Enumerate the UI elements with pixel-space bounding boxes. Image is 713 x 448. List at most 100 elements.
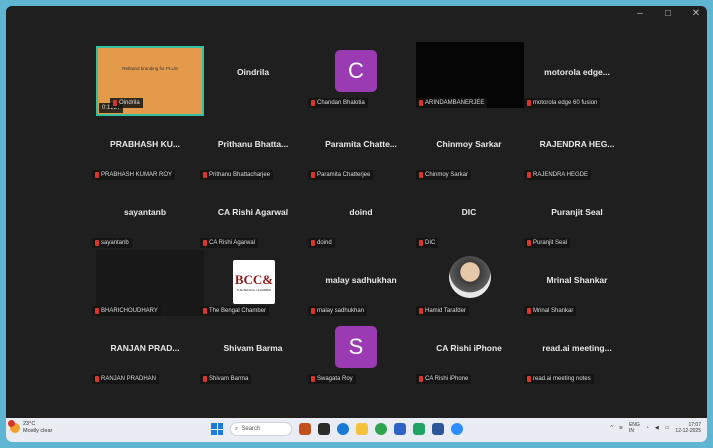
participant-tile[interactable]: RAJENDRA HEG... RAJENDRA HEGDE bbox=[522, 112, 632, 182]
participant-tile[interactable]: motorola edge... motorola edge 60 fusion bbox=[522, 40, 632, 110]
participant-tile[interactable]: Shivam Barma Shivam Barma bbox=[198, 316, 308, 386]
weather-desc: Mostly clear bbox=[23, 428, 53, 434]
black-app-icon[interactable] bbox=[318, 423, 330, 435]
mic-muted-icon bbox=[527, 308, 531, 314]
taskbar-search[interactable]: ⌕ Search bbox=[230, 422, 292, 436]
participant-tile[interactable]: BCC& THE BENGAL CHAMBER The Bengal Chamb… bbox=[198, 248, 308, 318]
taskbar: 23°C Mostly clear ⌕ Search ^ ≋ ENG IN ◔ … bbox=[6, 418, 707, 442]
participant-tile[interactable]: sayantanb sayantanb bbox=[90, 180, 200, 250]
participant-tile[interactable]: ARINDAMBANERJEE bbox=[414, 40, 524, 110]
participant-tile[interactable]: CA Rishi iPhone CA Rishi iPhone bbox=[414, 316, 524, 386]
participant-label: doind bbox=[308, 238, 335, 248]
participant-tile[interactable]: Prithanu Bhatta... Prithanu Bhattacharje… bbox=[198, 112, 308, 182]
participant-name: RANJAN PRAD... bbox=[110, 343, 180, 353]
participant-label: RAJENDRA HEGDE bbox=[524, 170, 592, 180]
meeting-window: – □ ✕ Rebrand branding for PLUS 0:1227 O… bbox=[6, 6, 707, 442]
participant-tile[interactable]: PRABHASH KU... PRABHASH KUMAR ROY bbox=[90, 112, 200, 182]
participant-name: Shivam Barma bbox=[223, 343, 283, 353]
participant-label: malay sadhukhan bbox=[308, 306, 368, 316]
weather-widget[interactable]: 23°C Mostly clear bbox=[8, 420, 53, 435]
participant-name: sayantanb bbox=[123, 207, 167, 217]
mic-muted-icon bbox=[113, 100, 117, 106]
avatar: S bbox=[335, 326, 377, 368]
edge-icon[interactable] bbox=[337, 423, 349, 435]
participant-name: Paramita Chatte... bbox=[325, 139, 397, 149]
volume-icon[interactable]: ◀ bbox=[655, 425, 659, 431]
participant-tile[interactable]: Chinmoy Sarkar Chinmoy Sarkar bbox=[414, 112, 524, 182]
participant-label: The Bengal Chamber bbox=[200, 306, 270, 316]
participant-tile[interactable]: Paramita Chatte... Paramita Chatterjee bbox=[306, 112, 416, 182]
mic-muted-icon bbox=[419, 376, 423, 382]
participant-tile[interactable]: doind doind bbox=[306, 180, 416, 250]
participant-tile[interactable]: DIC DIC bbox=[414, 180, 524, 250]
participant-label: read.ai meeting notes bbox=[524, 374, 594, 384]
game-app-icon[interactable] bbox=[299, 423, 311, 435]
store-icon[interactable] bbox=[394, 423, 406, 435]
participant-tile[interactable]: read.ai meeting... read.ai meeting notes bbox=[522, 316, 632, 386]
close-button[interactable]: ✕ bbox=[689, 8, 703, 19]
mic-muted-icon bbox=[95, 308, 99, 314]
maximize-button[interactable]: □ bbox=[661, 8, 675, 19]
chevron-up-icon[interactable]: ^ bbox=[610, 425, 612, 431]
participant-tile[interactable]: RANJAN PRAD... RANJAN PRADHAN bbox=[90, 316, 200, 386]
search-icon: ⌕ bbox=[235, 425, 239, 432]
participant-tile[interactable]: Puranjit Seal Puranjit Seal bbox=[522, 180, 632, 250]
participant-label: motorola edge 60 fusion bbox=[524, 98, 601, 108]
participant-name: CA Rishi iPhone bbox=[436, 343, 502, 353]
participant-name: PRABHASH KU... bbox=[110, 139, 180, 149]
mic-muted-icon bbox=[203, 240, 207, 246]
participant-tile[interactable]: Mrinal Shankar Mrinal Shankar bbox=[522, 248, 632, 318]
file-explorer-icon[interactable] bbox=[356, 423, 368, 435]
participant-tile-shared-screen[interactable]: Rebrand branding for PLUS 0:1227 Oindril… bbox=[90, 40, 204, 116]
wifi-icon[interactable]: ◔ bbox=[646, 425, 649, 431]
participant-label: DIC bbox=[416, 238, 439, 248]
mic-muted-icon bbox=[95, 172, 99, 178]
mic-muted-icon bbox=[419, 172, 423, 178]
profile-photo bbox=[449, 256, 491, 298]
chrome-icon[interactable] bbox=[375, 423, 387, 435]
mic-muted-icon bbox=[527, 172, 531, 178]
participant-tile[interactable]: BHARICHOUDHARY bbox=[90, 248, 204, 318]
participant-name: motorola edge... bbox=[544, 67, 610, 77]
weather-icon bbox=[8, 420, 20, 433]
avatar: C bbox=[335, 50, 377, 92]
network-icon[interactable]: ≋ bbox=[619, 425, 623, 431]
mic-muted-icon bbox=[311, 100, 315, 106]
zoom-icon[interactable] bbox=[451, 423, 463, 435]
participant-tile[interactable]: CA Rishi Agarwal CA Rishi Agarwal bbox=[198, 180, 308, 250]
participant-tile[interactable]: S Swagata Roy bbox=[306, 316, 416, 386]
mic-muted-icon bbox=[203, 376, 207, 382]
participant-label: BHARICHOUDHARY bbox=[92, 306, 161, 316]
participant-label: CA Rishi Agarwal bbox=[200, 238, 259, 248]
mic-muted-icon bbox=[419, 308, 423, 314]
mic-muted-icon bbox=[203, 172, 207, 178]
participant-tile[interactable]: malay sadhukhan malay sadhukhan bbox=[306, 248, 416, 318]
participant-name: doind bbox=[349, 207, 373, 217]
mic-muted-icon bbox=[527, 100, 531, 106]
windows-start-icon[interactable] bbox=[211, 423, 223, 435]
weather-temp: 23°C bbox=[23, 421, 36, 427]
mic-muted-icon bbox=[419, 100, 423, 106]
minimize-button[interactable]: – bbox=[633, 8, 647, 19]
clock[interactable]: 17:07 12-12-2025 bbox=[675, 422, 701, 434]
participant-name: CA Rishi Agarwal bbox=[217, 207, 289, 217]
excel-icon[interactable] bbox=[413, 423, 425, 435]
participant-label: ARINDAMBANERJEE bbox=[416, 98, 488, 108]
mic-muted-icon bbox=[95, 376, 99, 382]
language-indicator[interactable]: ENG IN bbox=[629, 422, 640, 434]
participant-name: RAJENDRA HEG... bbox=[539, 139, 615, 149]
participant-name: Chinmoy Sarkar bbox=[436, 139, 502, 149]
participant-label: Prithanu Bhattacharjee bbox=[200, 170, 274, 180]
participant-tile[interactable]: Oindrila bbox=[198, 40, 308, 110]
participant-grid: Rebrand branding for PLUS 0:1227 Oindril… bbox=[90, 40, 630, 394]
battery-icon[interactable]: ▭ bbox=[665, 425, 670, 431]
mic-muted-icon bbox=[311, 308, 315, 314]
participant-label: sayantanb bbox=[92, 238, 132, 248]
bcc-logo: BCC& THE BENGAL CHAMBER bbox=[233, 260, 275, 304]
participant-name: malay sadhukhan bbox=[325, 275, 397, 285]
participant-name: Puranjit Seal bbox=[551, 207, 603, 217]
word-icon[interactable] bbox=[432, 423, 444, 435]
participant-tile[interactable]: C Chandan Bhalotia bbox=[306, 40, 416, 110]
mic-muted-icon bbox=[527, 376, 531, 382]
participant-tile[interactable]: Hamid Tarafder bbox=[414, 248, 524, 318]
